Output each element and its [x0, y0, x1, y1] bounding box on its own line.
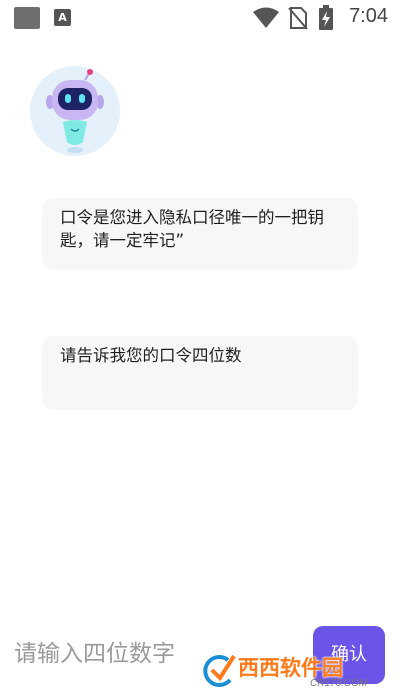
watermark-logo-icon [203, 654, 236, 687]
bot-message-bubble: 口令是您进入隐私口径唯一的一把钥匙，请一定牢记” [42, 198, 358, 270]
robot-icon [46, 69, 104, 153]
bot-message-text: 口令是您进入隐私口径唯一的一把钥匙，请一定牢记” [60, 208, 324, 250]
status-bar: A 7:04 [0, 0, 400, 36]
site-watermark: 西西软件园 CR173.COM [200, 648, 385, 692]
no-sim-icon [288, 7, 308, 30]
status-time: 7:04 [349, 5, 388, 27]
battery-charging-icon [319, 5, 333, 30]
app-notification-icon [14, 7, 40, 29]
bot-message-bubble: 请告诉我您的口令四位数 [42, 336, 358, 410]
robot-avatar [30, 66, 120, 156]
wifi-icon [253, 7, 279, 28]
bot-message-text: 请告诉我您的口令四位数 [60, 346, 242, 365]
watermark-url: CR173.COM [310, 678, 368, 689]
text-notification-icon: A [54, 9, 71, 26]
